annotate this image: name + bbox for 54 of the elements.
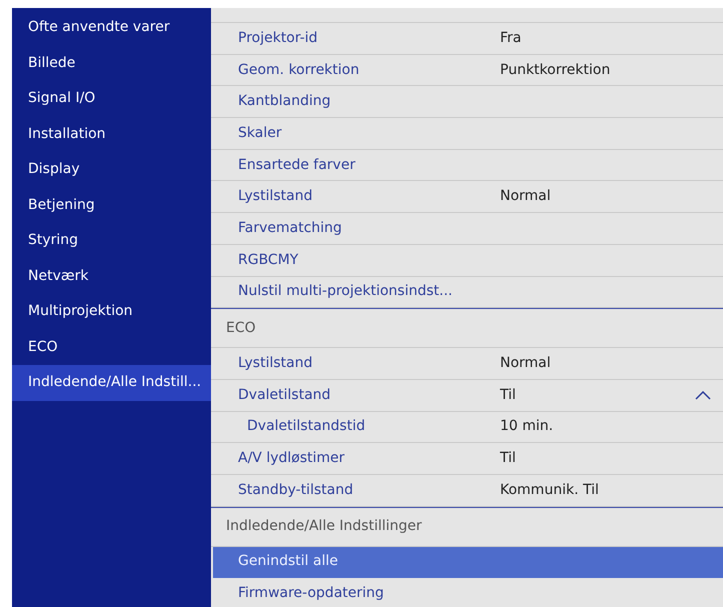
setting-value: Normal — [500, 187, 552, 206]
sidebar-item[interactable]: Ofte anvendte varer — [12, 10, 211, 46]
setting-label: Dvaletilstandstid — [247, 417, 366, 436]
menu-row[interactable]: Skaler — [211, 118, 723, 150]
section-header: Indledende/Alle Indstillinger — [211, 506, 723, 547]
menu-row[interactable]: Firmware-opdatering — [211, 578, 723, 607]
sidebar-item[interactable]: Styring — [12, 223, 211, 258]
setting-label: Nulstil multi-projektionsindst... — [238, 282, 454, 302]
menu-row[interactable]: Dvaletilstand Til — [211, 380, 723, 412]
setting-label: Standby-tilstand — [238, 480, 354, 500]
setting-value: Punktkorrektion — [500, 60, 612, 80]
setting-label: Projektor-id — [238, 28, 319, 48]
sidebar-item[interactable]: Indledende/Alle Indstill... — [12, 365, 211, 400]
setting-label: Lystilstand — [238, 187, 314, 206]
setting-label: Geom. korrektion — [238, 60, 360, 80]
menu-row[interactable]: Standby-tilstand Kommunik. Til — [211, 474, 723, 507]
setting-value: Til — [500, 449, 517, 468]
setting-value: 10 min. — [500, 417, 554, 436]
sidebar-item[interactable]: Display — [12, 152, 211, 188]
setting-label: Kantblanding — [238, 92, 332, 112]
setting-label: Skaler — [238, 124, 283, 143]
setting-label: RGBCMY — [238, 250, 300, 270]
sidebar-item[interactable]: Signal I/O — [12, 81, 211, 116]
sidebar-item[interactable]: Betjening — [12, 188, 211, 223]
menu-row[interactable]: Genindstil alle — [213, 546, 723, 578]
setting-label: Dvaletilstand — [238, 386, 332, 405]
sidebar-item[interactable]: Netværk — [12, 258, 211, 294]
setting-value: Kommunik. Til — [500, 480, 600, 500]
setting-value: Til — [500, 386, 517, 405]
menu-row[interactable]: Geom. korrektion Punktkorrektion — [211, 54, 723, 86]
menu-row[interactable]: RGBCMY — [211, 244, 723, 276]
sidebar-item[interactable]: Multiprojektion — [12, 294, 211, 330]
setting-value: Normal — [500, 354, 552, 374]
setting-label: Lystilstand — [238, 354, 314, 374]
sidebar-item[interactable]: Installation — [12, 116, 211, 152]
setting-label: A/V lydløstimer — [238, 449, 346, 468]
menu-row[interactable]: Nulstil multi-projektionsindst... — [211, 276, 723, 308]
menu-row[interactable]: Ensartede farver — [211, 150, 723, 182]
setting-label: Farvematching — [238, 218, 343, 238]
menu-row[interactable]: Lystilstand Normal — [211, 348, 723, 380]
menu-row[interactable]: Projektor-id Fra — [211, 23, 723, 55]
sidebar-item[interactable]: Billede — [12, 46, 211, 81]
sidebar-item[interactable]: ECO — [12, 330, 211, 365]
menu-row[interactable]: Kantblanding — [211, 86, 723, 118]
menu-row[interactable]: Lystilstand Normal — [211, 181, 723, 214]
menu-row[interactable]: A/V lydløstimer Til — [211, 443, 723, 475]
chevron-up-icon[interactable] — [695, 390, 711, 400]
setting-label: Firmware-opdatering — [238, 584, 385, 604]
setting-label: Ensartede farver — [238, 156, 356, 175]
section-header: ECO — [211, 308, 723, 348]
setting-label: Genindstil alle — [238, 552, 339, 572]
setting-value: Fra — [500, 28, 522, 48]
menu-row[interactable]: Farvematching — [211, 213, 723, 245]
menu-row[interactable]: Dvaletilstandstid 10 min. — [211, 412, 723, 444]
